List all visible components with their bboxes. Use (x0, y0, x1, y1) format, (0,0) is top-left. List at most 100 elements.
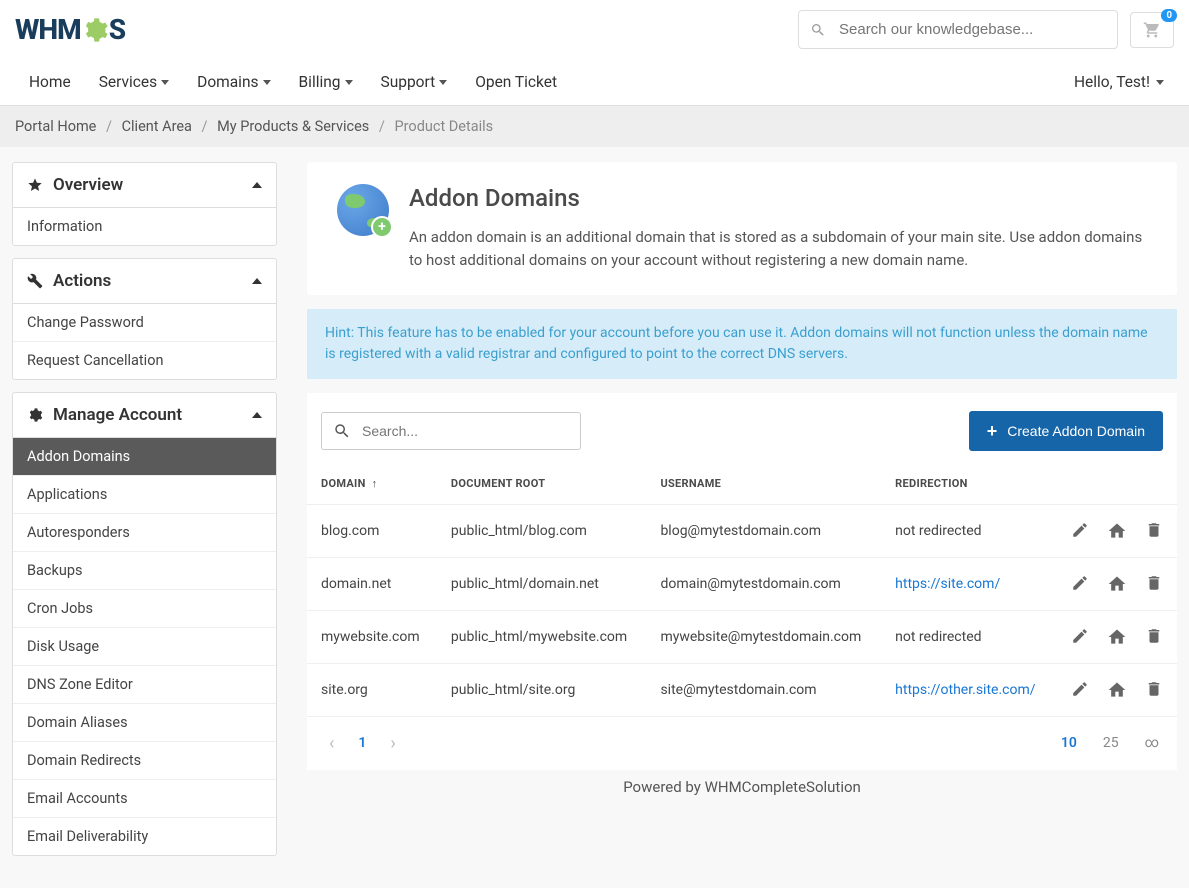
edit-icon[interactable] (1071, 574, 1089, 594)
chevron-down-icon (439, 80, 447, 85)
create-addon-domain-button[interactable]: + Create Addon Domain (969, 411, 1163, 451)
column-redirection[interactable]: REDIRECTION (881, 463, 1054, 505)
sidebar-item-applications[interactable]: Applications (13, 475, 276, 513)
cell-docroot: public_html/blog.com (437, 504, 647, 557)
nav-open-ticket[interactable]: Open Ticket (461, 59, 571, 105)
nav-billing[interactable]: Billing (285, 59, 367, 105)
column-username[interactable]: USERNAME (646, 463, 881, 505)
panel-header-actions[interactable]: Actions (13, 259, 276, 304)
page-size-option[interactable]: 10 (1061, 735, 1077, 751)
cell-redirection: not redirected (881, 504, 1054, 557)
breadcrumb-link[interactable]: Client Area (122, 118, 192, 135)
table-row: mywebsite.compublic_html/mywebsite.commy… (307, 610, 1177, 663)
cell-username: domain@mytestdomain.com (646, 557, 881, 610)
column-domain[interactable]: DOMAIN↑ (307, 463, 437, 505)
panel-header-manage-account[interactable]: Manage Account (13, 393, 276, 438)
panel-overview: Overview Information (12, 162, 277, 246)
cell-domain: mywebsite.com (307, 610, 437, 663)
trash-icon[interactable] (1145, 521, 1163, 541)
sidebar-item-disk-usage[interactable]: Disk Usage (13, 627, 276, 665)
search-icon (333, 422, 351, 440)
redirection-text: not redirected (895, 523, 981, 539)
chevron-down-icon (263, 80, 271, 85)
edit-icon[interactable] (1071, 627, 1089, 647)
table-search-input[interactable] (321, 412, 581, 450)
sidebar-item-autoresponders[interactable]: Autoresponders (13, 513, 276, 551)
cell-docroot: public_html/mywebsite.com (437, 610, 647, 663)
trash-icon[interactable] (1145, 680, 1163, 700)
main-nav: Home Services Domains Billing Support Op… (15, 59, 571, 105)
chevron-up-icon (252, 278, 262, 284)
sidebar-item-email-accounts[interactable]: Email Accounts (13, 779, 276, 817)
page-size-option[interactable]: ∞ (1145, 735, 1159, 751)
cell-docroot: public_html/domain.net (437, 557, 647, 610)
addon-domains-table: DOMAIN↑ DOCUMENT ROOT USERNAME REDIRECTI… (307, 463, 1177, 717)
footer: Powered by WHMCompleteSolution (307, 770, 1177, 808)
nav-support[interactable]: Support (367, 59, 462, 105)
redirection-link[interactable]: https://site.com/ (895, 576, 1000, 592)
edit-icon[interactable] (1071, 521, 1089, 541)
sidebar-item-request-cancellation[interactable]: Request Cancellation (13, 341, 276, 379)
panel-header-overview[interactable]: Overview (13, 163, 276, 208)
edit-icon[interactable] (1071, 680, 1089, 700)
sort-asc-icon: ↑ (372, 477, 378, 490)
cell-username: site@mytestdomain.com (646, 663, 881, 716)
sidebar-item-domain-redirects[interactable]: Domain Redirects (13, 741, 276, 779)
sidebar-item-cron-jobs[interactable]: Cron Jobs (13, 589, 276, 627)
logo-text-1: WHM (15, 13, 81, 46)
current-page[interactable]: 1 (358, 735, 366, 751)
sidebar-item-email-deliverability[interactable]: Email Deliverability (13, 817, 276, 855)
sidebar-item-information[interactable]: Information (13, 208, 276, 245)
home-icon[interactable] (1107, 627, 1127, 647)
table-row: site.orgpublic_html/site.orgsite@mytestd… (307, 663, 1177, 716)
sidebar-item-change-password[interactable]: Change Password (13, 304, 276, 341)
next-page-button[interactable]: › (386, 729, 399, 758)
plus-badge-icon: + (371, 216, 393, 238)
nav-domains[interactable]: Domains (183, 59, 284, 105)
create-button-label: Create Addon Domain (1007, 423, 1145, 439)
breadcrumb-link[interactable]: My Products & Services (217, 118, 369, 135)
addon-domains-icon: + (337, 184, 389, 236)
chevron-up-icon (252, 182, 262, 188)
trash-icon[interactable] (1145, 574, 1163, 594)
cell-redirection: https://other.site.com/ (881, 663, 1054, 716)
cart-button[interactable]: 0 (1130, 12, 1174, 48)
sidebar-item-domain-aliases[interactable]: Domain Aliases (13, 703, 276, 741)
prev-page-button[interactable]: ‹ (325, 729, 338, 758)
home-icon[interactable] (1107, 574, 1127, 594)
user-menu[interactable]: Hello, Test! (1064, 59, 1174, 105)
nav-home[interactable]: Home (15, 59, 85, 105)
cell-username: blog@mytestdomain.com (646, 504, 881, 557)
plus-icon: + (987, 422, 998, 440)
sidebar-item-dns-zone-editor[interactable]: DNS Zone Editor (13, 665, 276, 703)
home-icon[interactable] (1107, 680, 1127, 700)
chevron-down-icon (161, 80, 169, 85)
knowledgebase-search-input[interactable] (798, 10, 1118, 49)
page-title: Addon Domains (409, 184, 1147, 212)
redirection-link[interactable]: https://other.site.com/ (895, 682, 1035, 698)
pagination: ‹ 1 › 10 25 ∞ (307, 717, 1177, 770)
sidebar-item-backups[interactable]: Backups (13, 551, 276, 589)
sidebar-item-addon-domains[interactable]: Addon Domains (13, 438, 276, 475)
nav-services[interactable]: Services (85, 59, 183, 105)
star-icon (27, 177, 43, 193)
panel-actions: Actions Change Password Request Cancella… (12, 258, 277, 380)
gear-icon (27, 407, 43, 423)
page-size-option[interactable]: 25 (1103, 735, 1119, 751)
hint-alert: Hint: This feature has to be enabled for… (307, 309, 1177, 379)
cell-domain: site.org (307, 663, 437, 716)
redirection-text: not redirected (895, 629, 981, 645)
search-icon (810, 22, 826, 38)
cart-icon (1143, 21, 1161, 39)
home-icon[interactable] (1107, 521, 1127, 541)
cell-domain: domain.net (307, 557, 437, 610)
trash-icon[interactable] (1145, 627, 1163, 647)
wrench-icon (27, 273, 43, 289)
panel-manage-account: Manage Account Addon DomainsApplications… (12, 392, 277, 856)
chevron-down-icon (345, 80, 353, 85)
panel-title: Overview (53, 175, 123, 195)
logo[interactable]: WHMS (15, 13, 125, 46)
column-docroot[interactable]: DOCUMENT ROOT (437, 463, 647, 505)
breadcrumb-link[interactable]: Portal Home (15, 118, 96, 135)
breadcrumb: Portal Home / Client Area / My Products … (0, 106, 1189, 147)
